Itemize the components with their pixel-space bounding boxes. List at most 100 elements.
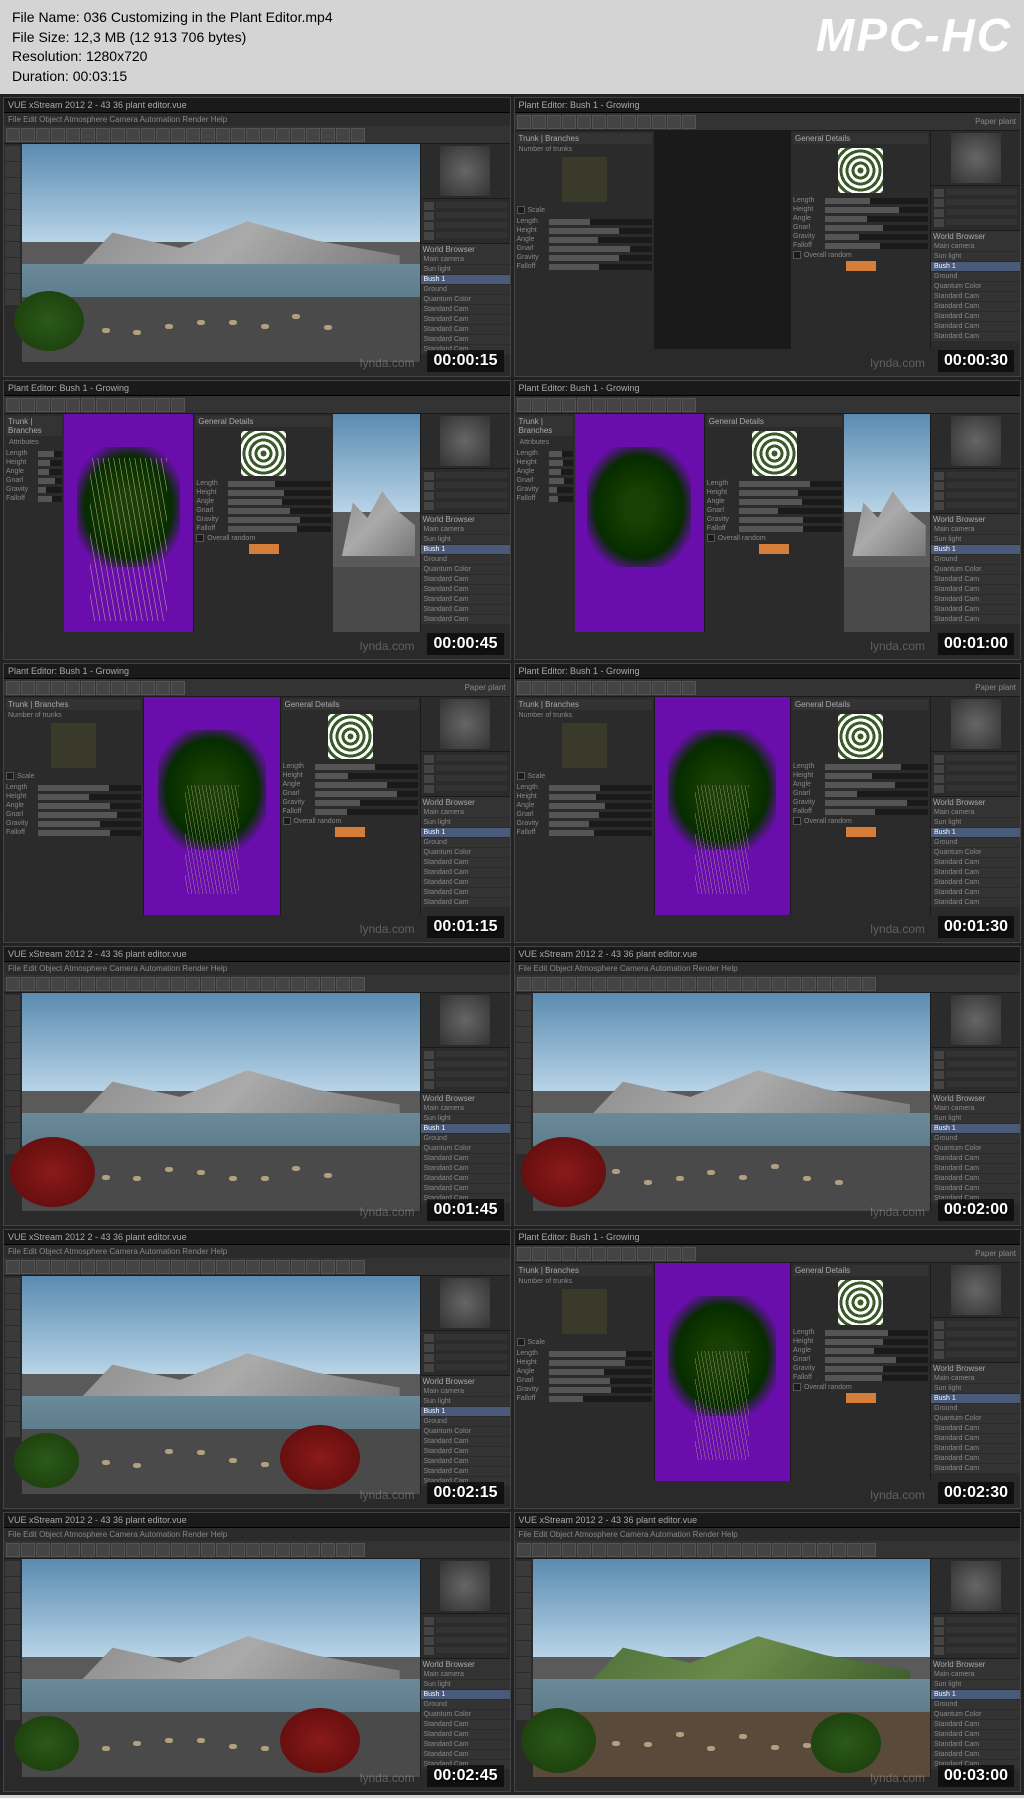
list-item[interactable]: Standard Cam: [421, 858, 510, 867]
tool-button[interactable]: [5, 1657, 20, 1672]
slider[interactable]: [549, 794, 652, 800]
toolbar-button[interactable]: [652, 398, 666, 412]
menu-bar[interactable]: File Edit Object Atmosphere Camera Autom…: [515, 962, 1021, 975]
slider[interactable]: [549, 460, 573, 466]
toolbar-button[interactable]: [577, 681, 591, 695]
secondary-viewport[interactable]: [844, 414, 930, 632]
toolbar-button[interactable]: [171, 1543, 185, 1557]
list-item[interactable]: Standard Cam: [421, 595, 510, 604]
toolbar-button[interactable]: [96, 128, 110, 142]
action-button[interactable]: [759, 544, 789, 554]
tool-button[interactable]: [516, 995, 531, 1010]
list-item[interactable]: Standard Cam: [421, 585, 510, 594]
video-thumbnail[interactable]: VUE xStream 2012 2 - 43 36 plant editor.…: [514, 1512, 1022, 1792]
action-button[interactable]: [249, 544, 279, 554]
list-item[interactable]: Standard Cam: [931, 1720, 1020, 1729]
toolbar-button[interactable]: [96, 1260, 110, 1274]
toolbar-button[interactable]: [36, 128, 50, 142]
list-item[interactable]: Quantum Color: [421, 848, 510, 857]
list-item[interactable]: Standard Cam: [931, 1750, 1020, 1759]
toolbar-button[interactable]: [276, 128, 290, 142]
tool-button[interactable]: [516, 1625, 531, 1640]
toolbar-button[interactable]: [622, 398, 636, 412]
layer-list[interactable]: Main cameraSun lightBush 1GroundQuantum …: [931, 1104, 1020, 1211]
toolbar-button[interactable]: [336, 1543, 350, 1557]
toolbar-button[interactable]: [51, 681, 65, 695]
overall-checkbox[interactable]: [793, 251, 801, 259]
secondary-viewport[interactable]: [333, 414, 419, 632]
slider[interactable]: [549, 821, 652, 827]
list-item[interactable]: Standard Cam: [421, 315, 510, 324]
slider[interactable]: [38, 812, 141, 818]
video-thumbnail[interactable]: VUE xStream 2012 2 - 43 36 plant editor.…: [514, 946, 1022, 1226]
list-item[interactable]: Quantum Color: [931, 1710, 1020, 1719]
toolbar-button[interactable]: [156, 977, 170, 991]
list-item[interactable]: Standard Cam: [931, 302, 1020, 311]
list-item[interactable]: Sun light: [931, 818, 1020, 827]
toolbar-button[interactable]: [562, 115, 576, 129]
toolbar-button[interactable]: [562, 977, 576, 991]
tool-button[interactable]: [5, 226, 20, 241]
toolbar-button[interactable]: [291, 977, 305, 991]
list-item[interactable]: Ground: [421, 1134, 510, 1143]
toolbar-button[interactable]: [682, 1543, 696, 1557]
main-viewport[interactable]: [22, 1276, 420, 1494]
toolbar-button[interactable]: [607, 1543, 621, 1557]
toolbar-button[interactable]: [36, 1260, 50, 1274]
list-item[interactable]: Main camera: [421, 255, 510, 264]
list-item[interactable]: Bush 1: [421, 1407, 510, 1416]
toolbar-button[interactable]: [622, 681, 636, 695]
list-item[interactable]: Standard Cam: [931, 312, 1020, 321]
list-item[interactable]: Standard Cam: [421, 335, 510, 344]
toolbar-button[interactable]: [201, 977, 215, 991]
slider[interactable]: [549, 246, 652, 252]
slider[interactable]: [38, 469, 62, 475]
list-item[interactable]: Main camera: [931, 1104, 1020, 1113]
list-item[interactable]: Ground: [931, 555, 1020, 564]
slider[interactable]: [549, 228, 652, 234]
slider[interactable]: [739, 508, 842, 514]
scale-checkbox[interactable]: [517, 1338, 525, 1346]
tool-button[interactable]: [516, 1561, 531, 1576]
plant-viewport[interactable]: [655, 131, 791, 349]
list-item[interactable]: Bush 1: [421, 828, 510, 837]
toolbar-button[interactable]: [291, 128, 305, 142]
toolbar-button[interactable]: [667, 977, 681, 991]
list-item[interactable]: Ground: [421, 285, 510, 294]
toolbar-button[interactable]: [817, 977, 831, 991]
slider[interactable]: [825, 800, 928, 806]
toolbar-button[interactable]: [66, 398, 80, 412]
video-thumbnail[interactable]: Plant Editor: Bush 1 - Growing Trunk | B…: [514, 380, 1022, 660]
toolbar-button[interactable]: [667, 398, 681, 412]
toolbar-button[interactable]: [351, 1260, 365, 1274]
toolbar-button[interactable]: [607, 681, 621, 695]
toolbar-button[interactable]: [6, 681, 20, 695]
list-item[interactable]: Main camera: [931, 525, 1020, 534]
toolbar-button[interactable]: [261, 128, 275, 142]
toolbar-button[interactable]: [637, 681, 651, 695]
main-viewport[interactable]: [533, 1559, 931, 1777]
tool-button[interactable]: [5, 1091, 20, 1106]
tool-button[interactable]: [5, 290, 20, 305]
overall-checkbox[interactable]: [283, 817, 291, 825]
trunk-preview[interactable]: [562, 157, 607, 202]
list-item[interactable]: Standard Cam: [421, 868, 510, 877]
slider[interactable]: [38, 496, 62, 502]
slider[interactable]: [825, 234, 928, 240]
toolbar-button[interactable]: [6, 398, 20, 412]
slider[interactable]: [549, 1360, 652, 1366]
list-item[interactable]: Main camera: [421, 1104, 510, 1113]
slider[interactable]: [549, 451, 573, 457]
toolbar-button[interactable]: [351, 977, 365, 991]
slider[interactable]: [38, 478, 62, 484]
toolbar-button[interactable]: [351, 128, 365, 142]
toolbar-button[interactable]: [351, 1543, 365, 1557]
list-item[interactable]: Standard Cam: [931, 878, 1020, 887]
toolbar-button[interactable]: [156, 128, 170, 142]
toolbar-button[interactable]: [682, 681, 696, 695]
slider[interactable]: [739, 490, 842, 496]
list-item[interactable]: Bush 1: [421, 275, 510, 284]
list-item[interactable]: Sun light: [421, 818, 510, 827]
slider[interactable]: [228, 499, 331, 505]
toolbar-button[interactable]: [862, 1543, 876, 1557]
